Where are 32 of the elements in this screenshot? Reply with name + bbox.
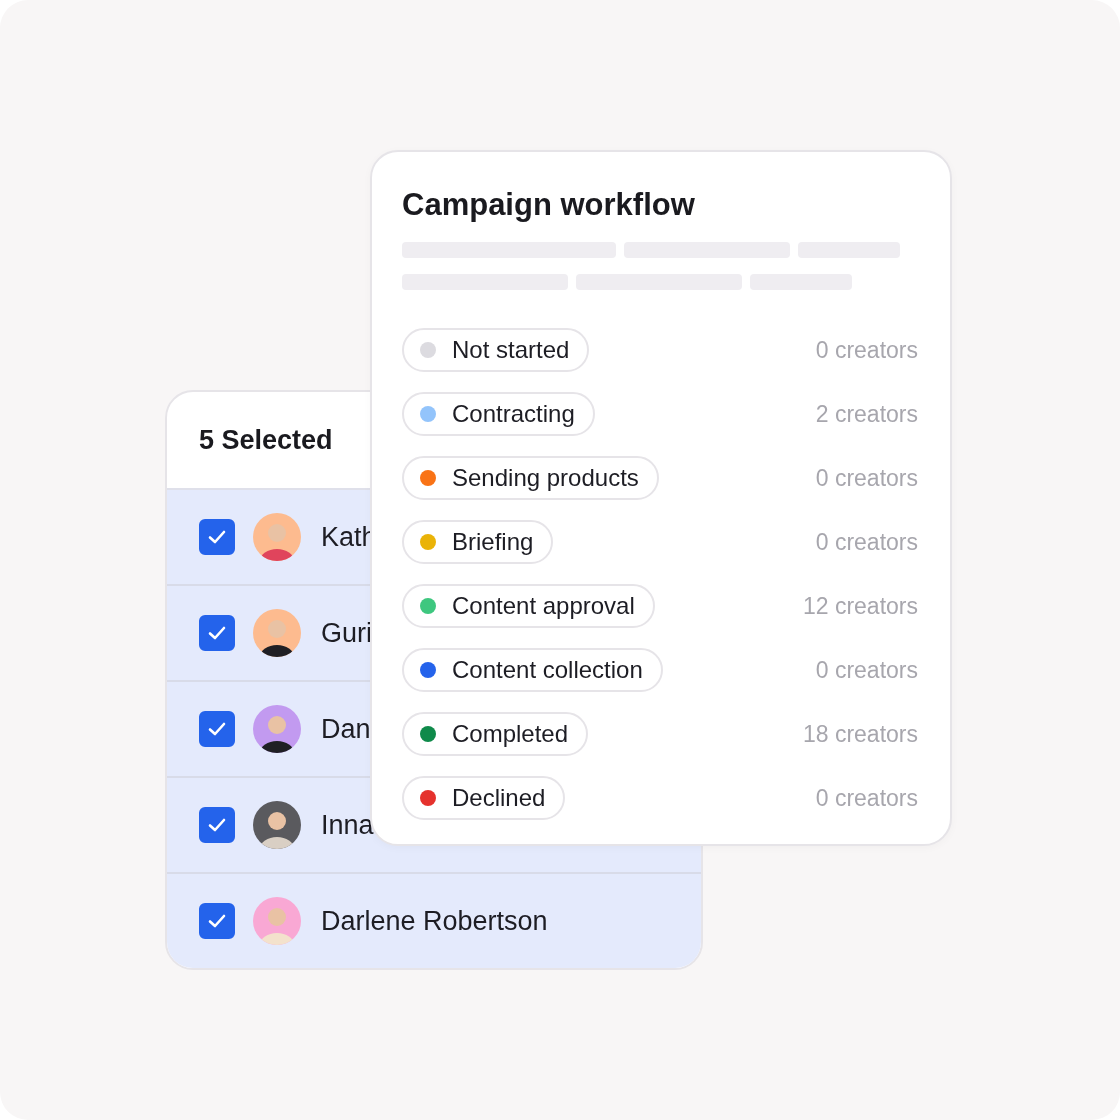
card-title: Campaign workflow [402,186,696,224]
creator-name: Guri [321,617,372,649]
avatar-icon [253,609,301,657]
creator-count: 0 creators [815,656,918,684]
status-tag[interactable]: Not started [402,328,590,372]
checkbox[interactable] [199,615,235,651]
selection-count: 5 Selected [199,424,333,456]
status-tag[interactable]: Content collection [402,648,663,692]
status-tag[interactable]: Sending products [402,456,659,500]
avatar-icon [253,897,301,945]
creator-count: 18 creators [802,720,918,748]
checkbox[interactable] [199,807,235,843]
status-tag[interactable]: Declined [402,776,566,820]
avatar-icon [253,513,301,561]
creator-name: Darlene Robertson [321,905,548,937]
avatar-icon [253,705,301,753]
creator-count: 12 creators [802,592,918,620]
creator-count: 0 creators [815,336,918,364]
status-tag[interactable]: Content approval [402,584,655,628]
checkbox[interactable] [199,903,235,939]
avatar-icon [253,801,301,849]
status-tag[interactable]: Completed [402,712,589,756]
creator-name: Inna [321,809,374,841]
checkbox[interactable] [199,519,235,555]
status-tag[interactable]: Briefing [402,520,554,564]
creator-count: 0 creators [815,464,918,492]
creator-name: Dan [321,713,371,745]
checkbox[interactable] [199,711,235,747]
status-tag[interactable]: Contracting [402,392,595,436]
creator-count: 0 creators [815,528,918,556]
creator-count: 0 creators [815,784,918,812]
creator-count: 2 creators [815,400,918,428]
